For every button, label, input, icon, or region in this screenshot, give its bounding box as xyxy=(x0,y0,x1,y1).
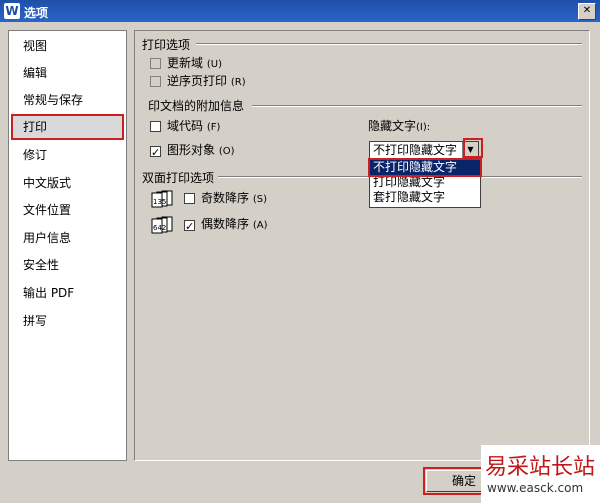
drawing-objects-option[interactable]: ✓ 图形对象 (O) xyxy=(150,142,235,158)
hidden-text-dropdown-list: 不打印隐藏文字 打印隐藏文字 套打隐藏文字 xyxy=(368,158,482,208)
print-options-heading: 打印选项 xyxy=(142,38,191,52)
dropdown-arrow-highlight xyxy=(463,138,483,158)
duplex-heading: 双面打印选项 xyxy=(142,171,215,185)
drawing-objects-checkbox[interactable]: ✓ xyxy=(150,146,161,158)
sidebar-item-chinese-layout[interactable]: 中文版式 xyxy=(13,172,122,194)
update-fields-hotkey: (U) xyxy=(206,59,222,70)
duplex-divider xyxy=(218,176,368,178)
even-desc-checkbox[interactable]: ✓ xyxy=(184,220,195,232)
sidebar-item-export-pdf[interactable]: 输出 PDF xyxy=(13,282,122,304)
sidebar-item-view[interactable]: 视图 xyxy=(13,35,122,57)
sidebar-item-edit[interactable]: 编辑 xyxy=(13,62,122,84)
window-title: 选项 xyxy=(24,6,49,20)
hidden-text-label: 隐藏文字 xyxy=(368,119,417,133)
hidden-text-selected-value: 不打印隐藏文字 xyxy=(373,143,458,157)
dropdown-option-no-print[interactable]: 不打印隐藏文字 xyxy=(368,158,482,177)
field-codes-option[interactable]: 域代码 (F) xyxy=(150,118,220,134)
extra-info-heading: 印文档的附加信息 xyxy=(148,99,245,113)
even-desc-label: 偶数降序 xyxy=(201,217,250,231)
watermark-url: www.easck.com xyxy=(487,481,584,495)
update-fields-label: 更新域 xyxy=(167,56,204,70)
odd-desc-hotkey: (S) xyxy=(252,194,267,205)
field-codes-hotkey: (F) xyxy=(206,122,221,133)
hidden-text-hotkey: (I): xyxy=(416,122,431,133)
odd-desc-option[interactable]: 奇数降序 (S) xyxy=(184,190,267,206)
sidebar-item-user-info[interactable]: 用户信息 xyxy=(13,227,122,249)
reverse-order-label: 逆序页打印 xyxy=(167,74,228,88)
update-fields-option[interactable]: 更新域 (U) xyxy=(150,55,222,71)
title-bar: W 选项 ✕ xyxy=(0,0,600,22)
sidebar-item-spelling[interactable]: 拼写 xyxy=(13,310,122,332)
dropdown-option-overlay-print[interactable]: 套打隐藏文字 xyxy=(370,190,480,205)
even-desc-option[interactable]: ✓ 偶数降序 (A) xyxy=(184,216,268,232)
field-codes-label: 域代码 xyxy=(167,119,204,133)
reverse-order-option[interactable]: 逆序页打印 (R) xyxy=(150,73,246,89)
reverse-order-hotkey: (R) xyxy=(230,77,246,88)
close-button[interactable]: ✕ xyxy=(578,3,596,20)
print-options-divider xyxy=(196,43,582,45)
even-icon-digits: 642 xyxy=(153,224,166,232)
duplex-divider-right xyxy=(482,176,582,178)
sidebar-item-revision[interactable]: 修订 xyxy=(13,144,122,166)
print-settings-panel xyxy=(134,30,590,461)
dropdown-option-print[interactable]: 打印隐藏文字 xyxy=(370,175,480,190)
wps-writer-icon: W xyxy=(4,3,20,19)
sidebar-item-file-locations[interactable]: 文件位置 xyxy=(13,199,122,221)
reverse-order-checkbox[interactable] xyxy=(150,76,161,87)
drawing-objects-label: 图形对象 xyxy=(167,143,216,157)
update-fields-checkbox[interactable] xyxy=(150,58,161,69)
sidebar-item-print[interactable]: 打印 xyxy=(11,114,124,140)
odd-desc-label: 奇数降序 xyxy=(201,191,250,205)
odd-pages-order-icon: 135 xyxy=(151,190,173,208)
even-desc-hotkey: (A) xyxy=(252,220,268,231)
options-sidebar: 视图 编辑 常规与保存 打印 修订 中文版式 文件位置 用户信息 安全性 输出 … xyxy=(8,30,127,461)
sidebar-item-general-save[interactable]: 常规与保存 xyxy=(13,89,122,111)
even-pages-order-icon: 642 xyxy=(151,216,173,234)
site-watermark: 易采站长站 www.easck.com xyxy=(481,445,600,503)
odd-desc-checkbox[interactable] xyxy=(184,193,195,204)
sidebar-item-security[interactable]: 安全性 xyxy=(13,254,122,276)
drawing-objects-hotkey: (O) xyxy=(218,146,235,157)
field-codes-checkbox[interactable] xyxy=(150,121,161,132)
extra-info-divider xyxy=(252,105,582,107)
odd-icon-digits: 135 xyxy=(153,198,166,206)
hidden-text-label-row: 隐藏文字(I): xyxy=(368,117,430,134)
watermark-text: 易采站长站 xyxy=(485,455,596,480)
